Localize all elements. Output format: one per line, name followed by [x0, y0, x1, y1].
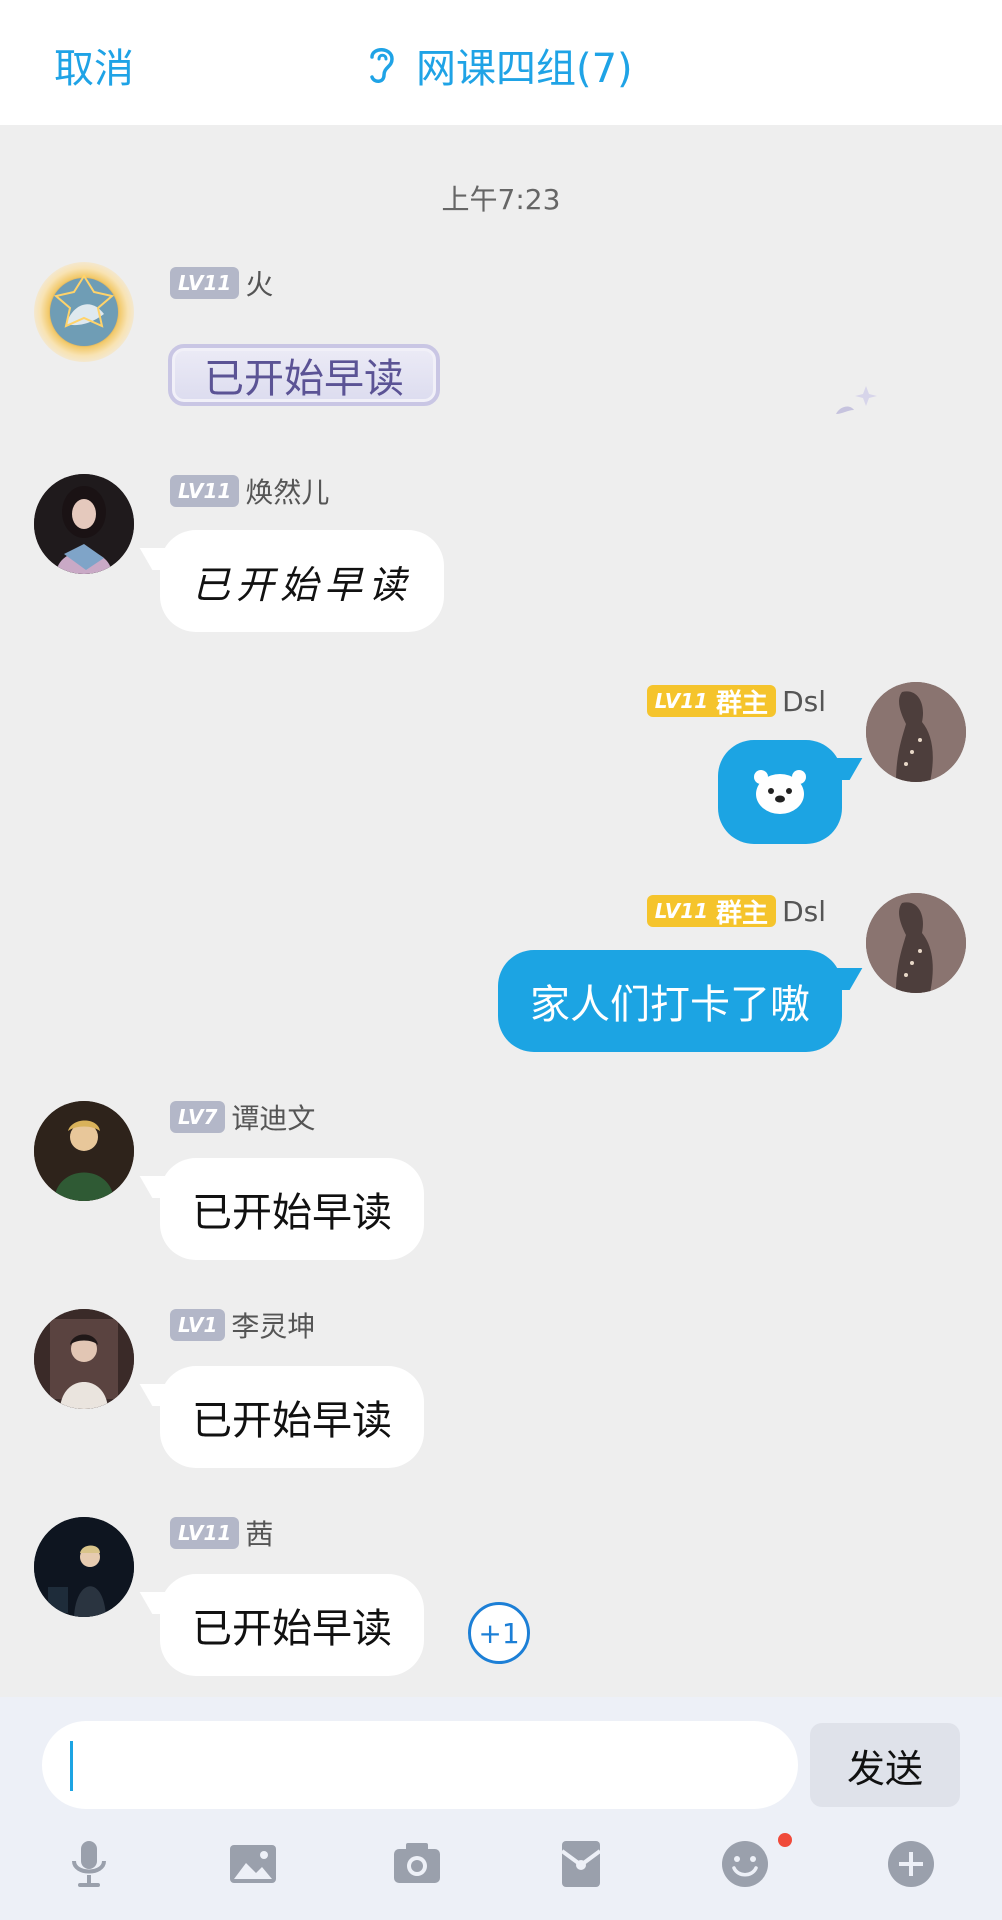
sender-name: Dsl: [782, 894, 826, 928]
input-area: 发送: [0, 1697, 1002, 1920]
level-badge: LV11: [170, 267, 240, 299]
polar-bear-icon: [754, 770, 806, 814]
plus-icon[interactable]: [884, 1837, 938, 1891]
sender-name: 李灵坤: [231, 1310, 316, 1343]
avatar[interactable]: [34, 262, 134, 362]
sender-meta: LV11 茜: [170, 1516, 274, 1551]
avatar[interactable]: [34, 1101, 134, 1201]
sender-name: 焕然儿: [245, 476, 330, 509]
input-toolbar: [0, 1833, 1002, 1897]
level-badge: LV1: [170, 1309, 226, 1341]
avatar-figure-icon: [34, 1309, 134, 1409]
message-bubble[interactable]: 已开始早读: [160, 1366, 424, 1468]
message-bubble[interactable]: 家人们打卡了嗷: [498, 950, 842, 1052]
level-badge: LV11: [170, 475, 240, 507]
sender-name: 火: [245, 268, 274, 301]
sender-meta: LV11 群主 Dsl: [646, 894, 826, 929]
sender-name: Dsl: [782, 684, 826, 718]
chat-title-area[interactable]: 网课四组(7): [364, 36, 633, 94]
message-bubble[interactable]: 已开始早读: [168, 344, 440, 406]
sender-name: 茜: [245, 1518, 274, 1551]
send-button[interactable]: 发送: [810, 1723, 960, 1807]
avatar[interactable]: [34, 1517, 134, 1617]
ear-icon: [370, 48, 394, 83]
message-bubble[interactable]: 已开始早读: [160, 1158, 424, 1260]
camera-icon[interactable]: [390, 1837, 444, 1891]
cancel-button[interactable]: 取消: [54, 36, 134, 94]
chat-header: 取消 网课四组(7): [0, 0, 1002, 125]
sender-name: 谭迪文: [231, 1102, 316, 1135]
mic-icon[interactable]: [62, 1837, 116, 1891]
message-input[interactable]: [42, 1721, 798, 1809]
owner-badge: 群主: [716, 685, 777, 719]
avatar-figure-icon: [34, 1517, 134, 1617]
sender-meta: LV1 李灵坤: [170, 1308, 316, 1343]
owner-badge: 群主: [716, 895, 777, 929]
level-badge: LV11: [646, 685, 717, 717]
avatar-figure-icon: [50, 274, 118, 346]
sender-meta: LV11 群主 Dsl: [646, 684, 826, 719]
image-icon[interactable]: [226, 1837, 280, 1891]
level-badge: LV7: [170, 1101, 226, 1133]
sticker-bubble[interactable]: [718, 740, 842, 844]
emoji-icon[interactable]: [718, 1837, 772, 1891]
message-bubble[interactable]: 已开始早读: [160, 530, 445, 632]
sender-meta: LV7 谭迪文: [170, 1100, 316, 1135]
avatar[interactable]: [866, 682, 966, 782]
avatar-figure-icon: [866, 893, 966, 993]
chat-title: 网课四组(7): [416, 46, 633, 92]
avatar-figure-icon: [866, 682, 966, 782]
sender-meta: LV11 焕然儿: [170, 474, 330, 509]
avatar-figure-icon: [34, 1101, 134, 1201]
sparkle-icon: [836, 386, 877, 414]
red-packet-icon[interactable]: [554, 1837, 608, 1891]
timestamp: 上午7:23: [441, 183, 561, 216]
sender-meta: LV11 火: [170, 266, 274, 301]
notification-dot: [778, 1833, 792, 1847]
text-caret: [70, 1741, 73, 1791]
level-badge: LV11: [646, 895, 717, 927]
avatar[interactable]: [34, 474, 134, 574]
avatar[interactable]: [866, 893, 966, 993]
avatar-figure-icon: [34, 474, 134, 574]
plus-one-button[interactable]: +1: [468, 1602, 530, 1664]
message-bubble[interactable]: 已开始早读: [160, 1574, 424, 1676]
avatar[interactable]: [34, 1309, 134, 1409]
level-badge: LV11: [170, 1517, 240, 1549]
